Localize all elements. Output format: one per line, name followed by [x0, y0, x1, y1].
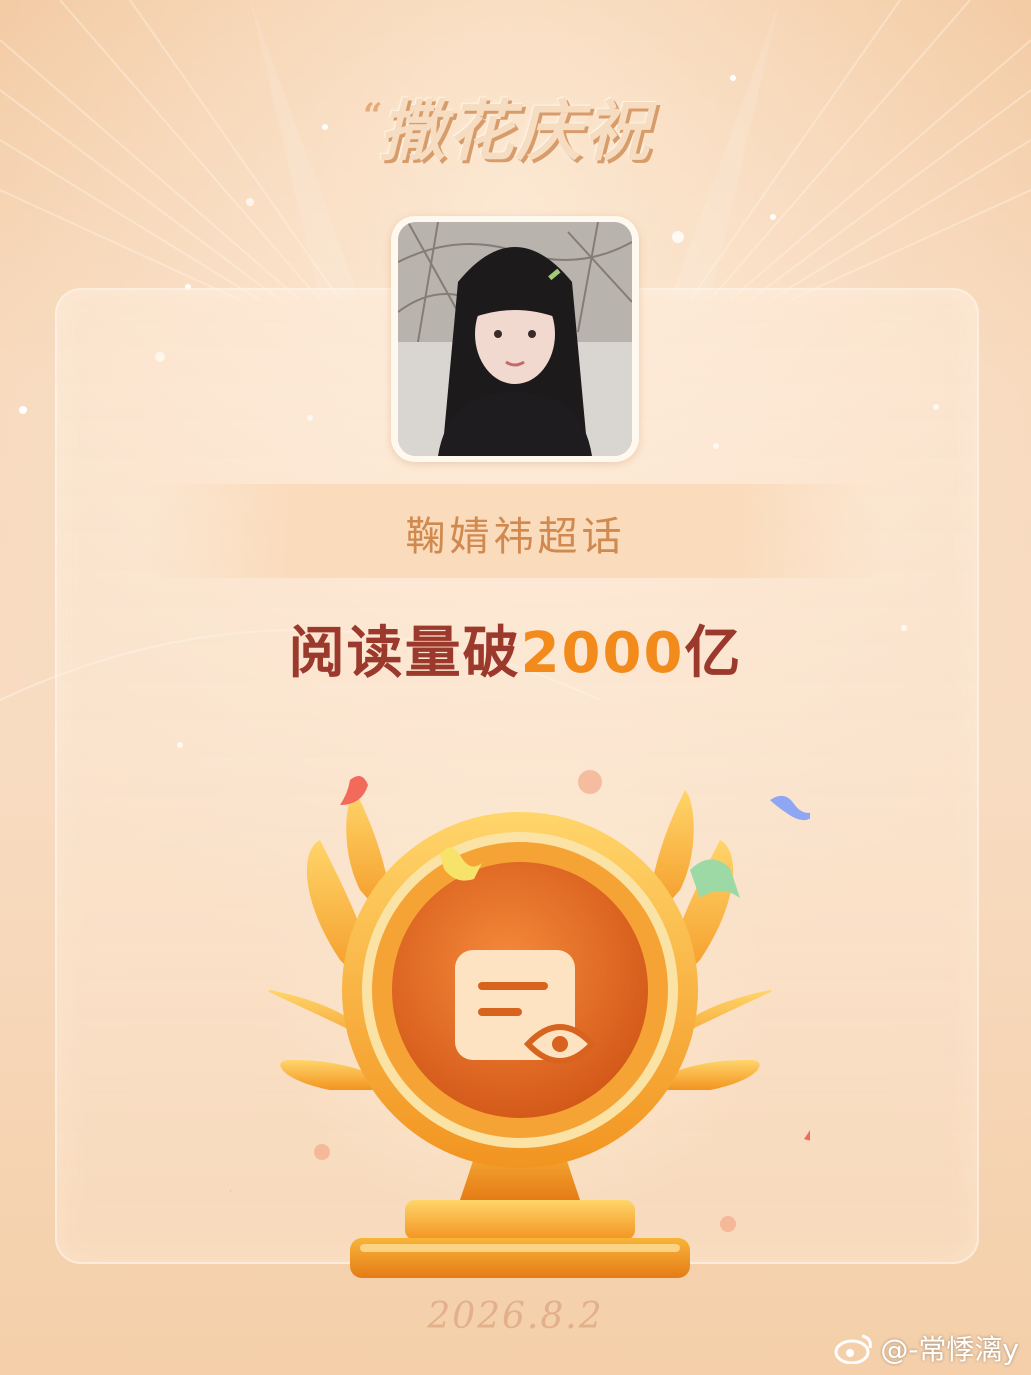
- watermark-username: @-常悸漓y: [880, 1333, 1019, 1366]
- weibo-watermark: @-常悸漓y: [834, 1328, 1019, 1368]
- document-eye-icon: [455, 950, 597, 1064]
- banner-title: 撒花庆祝: [379, 93, 652, 170]
- weibo-logo-icon: [834, 1334, 873, 1364]
- trophy-badge: [230, 760, 810, 1278]
- milestone-headline: 阅读量破2000亿: [0, 608, 1031, 689]
- supertopic-name[interactable]: 鞠婧祎超话: [0, 504, 1031, 562]
- milestone-suffix: 亿: [684, 621, 743, 686]
- avatar-photo: [398, 222, 632, 456]
- portrait-image: [398, 222, 632, 456]
- avatar[interactable]: [391, 216, 639, 462]
- milestone-prefix: 阅读量破: [288, 621, 521, 686]
- milestone-number: 2000: [520, 621, 685, 686]
